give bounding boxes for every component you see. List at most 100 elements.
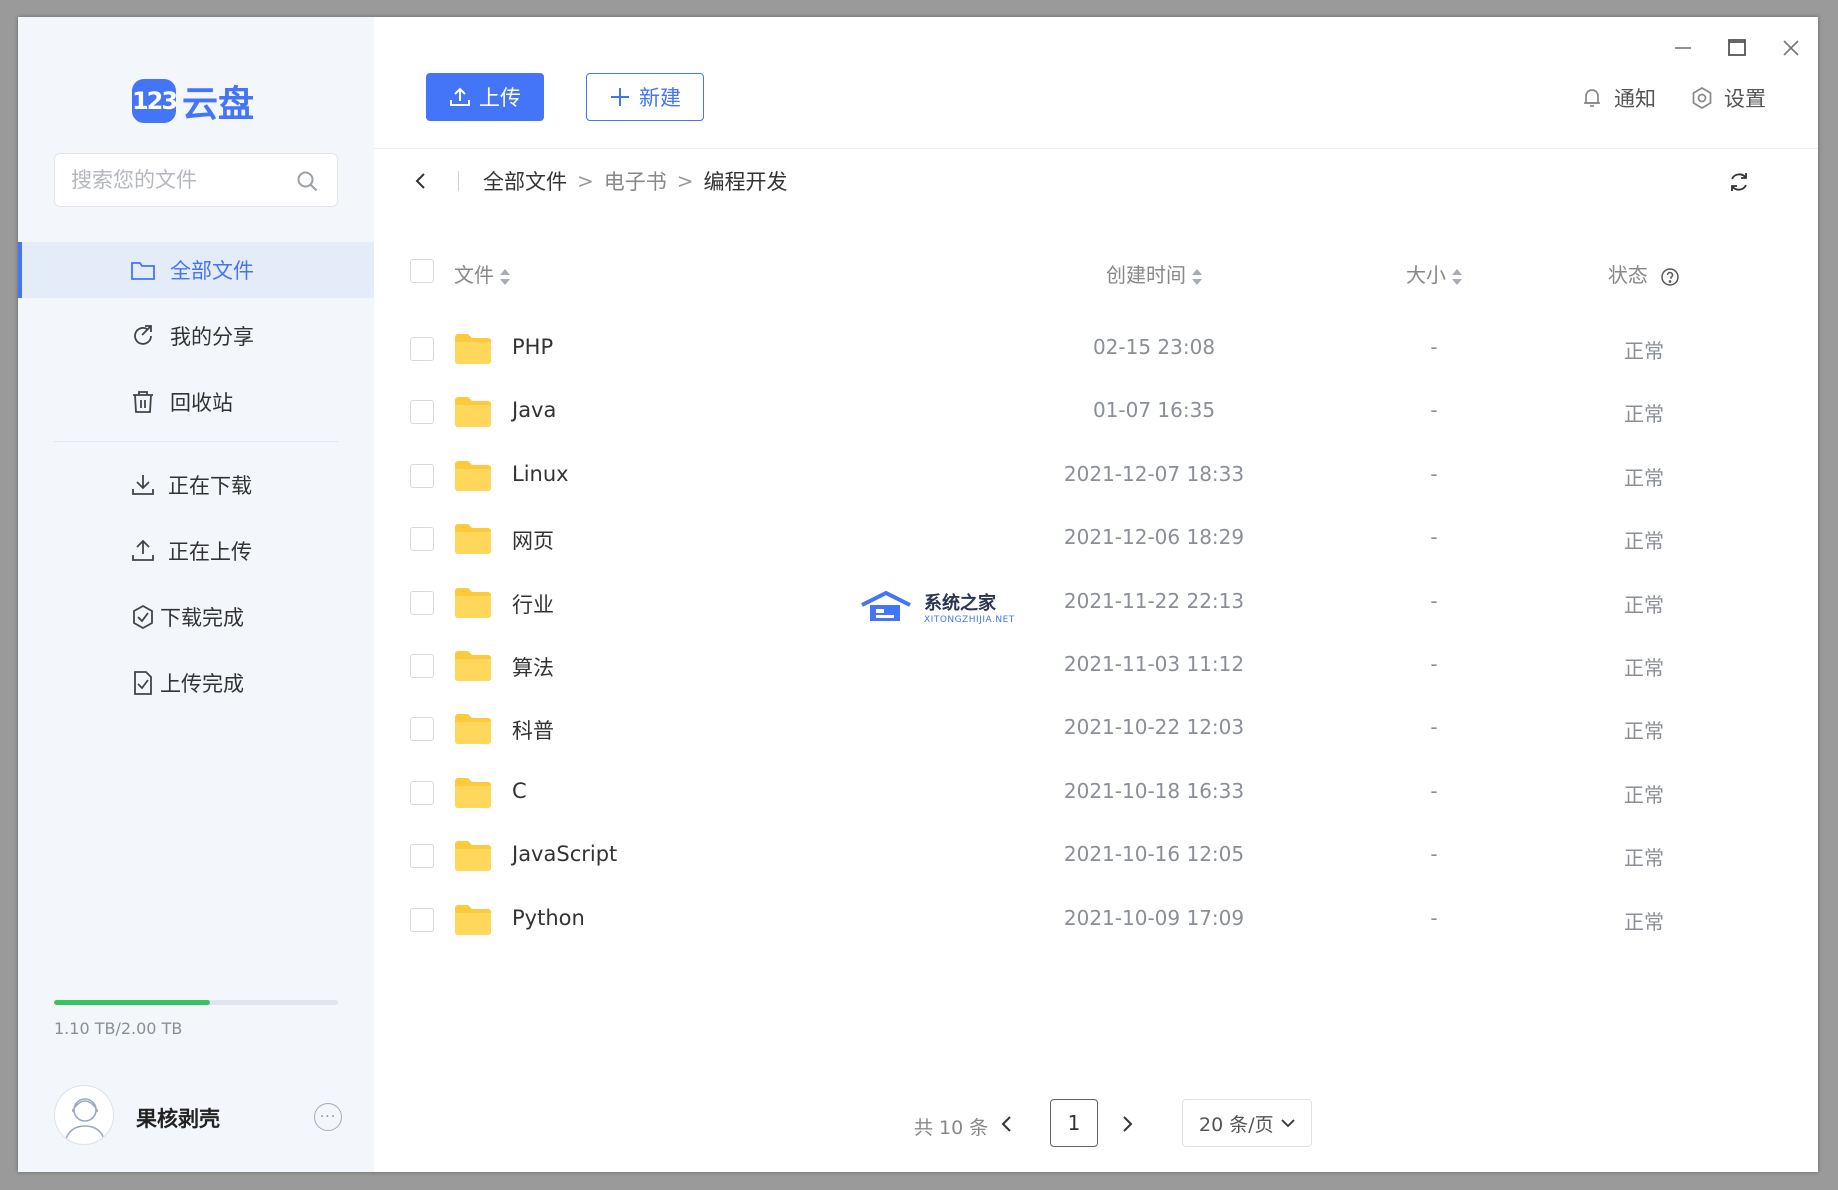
file-size: -	[1430, 842, 1438, 867]
breadcrumb-item-ebooks[interactable]: 电子书	[604, 166, 667, 196]
select-all-checkbox[interactable]	[410, 259, 434, 283]
refresh-icon[interactable]	[1726, 169, 1752, 195]
storage-progress	[54, 1000, 338, 1005]
sidebar-divider	[54, 441, 338, 442]
row-checkbox[interactable]	[410, 780, 434, 805]
table-row[interactable]: JavaScript 2021-10-16 12:05 - 正常	[374, 824, 1818, 887]
search-input[interactable]	[55, 154, 275, 206]
file-size: -	[1430, 715, 1438, 740]
file-size: -	[1430, 398, 1438, 423]
sidebar: 123 云盘 全部文件 我的分享 回收站 正在下载 正在上传	[18, 17, 374, 1172]
table-row[interactable]: C 2021-10-18 16:33 - 正常	[374, 761, 1818, 824]
file-name[interactable]: PHP	[512, 335, 553, 359]
plus-icon	[611, 88, 629, 106]
chevron-right-icon: >	[577, 169, 594, 193]
logo-badge: 123	[132, 79, 178, 123]
pagination: 共 10 条 1 20 条/页	[374, 1099, 1818, 1149]
sidebar-item-uploading[interactable]: 正在上传	[18, 523, 374, 579]
sidebar-item-my-share[interactable]: 我的分享	[18, 308, 374, 364]
row-checkbox[interactable]	[410, 654, 434, 678]
file-name[interactable]: 科普	[512, 715, 554, 745]
file-size: -	[1430, 461, 1438, 486]
minimize-icon[interactable]	[1670, 35, 1696, 61]
header-time-label: 创建时间	[1106, 263, 1186, 287]
notification-button[interactable]: 通知	[1580, 83, 1656, 113]
created-time: 2021-11-22 22:13	[1063, 588, 1245, 613]
row-checkbox[interactable]	[410, 463, 434, 488]
file-name[interactable]: Python	[512, 906, 585, 930]
sidebar-item-label: 我的分享	[170, 325, 254, 349]
sort-icon	[1452, 268, 1462, 286]
upload-done-icon	[134, 671, 152, 695]
table-row[interactable]: Java 01-07 16:35 - 正常	[374, 380, 1818, 443]
breadcrumb-item-all-files[interactable]: 全部文件	[483, 166, 567, 196]
row-checkbox[interactable]	[410, 527, 434, 552]
close-icon[interactable]	[1778, 35, 1804, 61]
file-size: -	[1430, 335, 1438, 359]
table-row[interactable]: Python 2021-10-09 17:09 - 正常	[374, 888, 1818, 951]
file-name[interactable]: C	[512, 779, 527, 803]
table-row[interactable]: 科普 2021-10-22 12:03 - 正常	[374, 697, 1818, 760]
file-name[interactable]: Linux	[512, 462, 569, 486]
row-checkbox[interactable]	[410, 717, 434, 742]
back-icon[interactable]	[410, 170, 432, 192]
search-icon[interactable]	[295, 169, 319, 193]
storage-progress-fill	[54, 1000, 211, 1005]
settings-button[interactable]: 设置	[1690, 83, 1766, 113]
upload-button[interactable]: 上传	[426, 73, 544, 121]
row-checkbox[interactable]	[410, 590, 434, 615]
sidebar-item-upload-done[interactable]: 上传完成	[18, 655, 374, 711]
created-time: 02-15 23:08	[1092, 335, 1216, 359]
table-row[interactable]: 行业 2021-11-22 22:13 - 正常	[374, 571, 1818, 634]
row-checkbox[interactable]	[410, 337, 434, 361]
file-status: 正常	[1624, 529, 1664, 554]
row-checkbox[interactable]	[410, 400, 434, 425]
watermark-title: 系统之家	[924, 593, 996, 614]
header-name[interactable]: 文件	[454, 259, 510, 288]
header-created-time[interactable]: 创建时间	[984, 259, 1324, 288]
header-status-label: 状态	[1607, 263, 1648, 287]
file-name[interactable]: 算法	[512, 652, 554, 682]
header-size[interactable]: 大小	[1384, 259, 1484, 288]
help-icon[interactable]	[1660, 267, 1680, 287]
new-button-label: 新建	[639, 87, 681, 110]
app-logo: 123 云盘	[132, 75, 254, 127]
folder-icon	[455, 904, 491, 935]
file-name[interactable]: JavaScript	[512, 842, 617, 866]
file-name[interactable]: 网页	[512, 525, 554, 555]
folder-icon	[455, 841, 491, 872]
sidebar-item-download-done[interactable]: 下载完成	[18, 589, 374, 645]
table-row[interactable]: PHP 02-15 23:08 - 正常	[374, 317, 1818, 380]
next-page-icon[interactable]	[1114, 1111, 1140, 1137]
header-status: 状态	[1574, 259, 1714, 288]
file-status: 正常	[1624, 846, 1664, 871]
notification-label: 通知	[1614, 87, 1656, 111]
page-size-select[interactable]: 20 条/页	[1182, 1099, 1312, 1147]
maximize-icon[interactable]	[1724, 35, 1750, 61]
created-time: 2021-10-22 12:03	[1063, 715, 1245, 740]
house-logo-icon	[861, 590, 911, 621]
more-options-button[interactable]: ···	[314, 1103, 342, 1131]
new-button[interactable]: 新建	[586, 73, 704, 121]
avatar[interactable]	[54, 1085, 114, 1145]
sidebar-item-all-files[interactable]: 全部文件	[18, 242, 374, 298]
file-name[interactable]: Java	[512, 398, 556, 422]
current-page[interactable]: 1	[1050, 1099, 1098, 1147]
logo-text: 云盘	[182, 84, 255, 125]
row-checkbox[interactable]	[410, 844, 434, 869]
sidebar-item-downloading[interactable]: 正在下载	[18, 457, 374, 513]
file-status: 正常	[1624, 339, 1664, 363]
sidebar-item-label: 全部文件	[170, 259, 254, 283]
folder-icon	[131, 262, 155, 280]
header-divider	[374, 148, 1818, 149]
watermark: 系统之家 XITONGZHIJIA.NET	[860, 589, 1015, 625]
table-row[interactable]: 算法 2021-11-03 11:12 - 正常	[374, 634, 1818, 697]
file-name[interactable]: 行业	[512, 589, 554, 619]
table-row[interactable]: 网页 2021-12-06 18:29 - 正常	[374, 507, 1818, 570]
row-checkbox[interactable]	[410, 907, 434, 932]
sidebar-item-recycle-bin[interactable]: 回收站	[18, 374, 374, 430]
table-row[interactable]: Linux 2021-12-07 18:33 - 正常	[374, 444, 1818, 507]
created-time: 2021-12-06 18:29	[1063, 525, 1245, 550]
prev-page-icon[interactable]	[994, 1111, 1020, 1137]
folder-icon	[455, 334, 491, 364]
